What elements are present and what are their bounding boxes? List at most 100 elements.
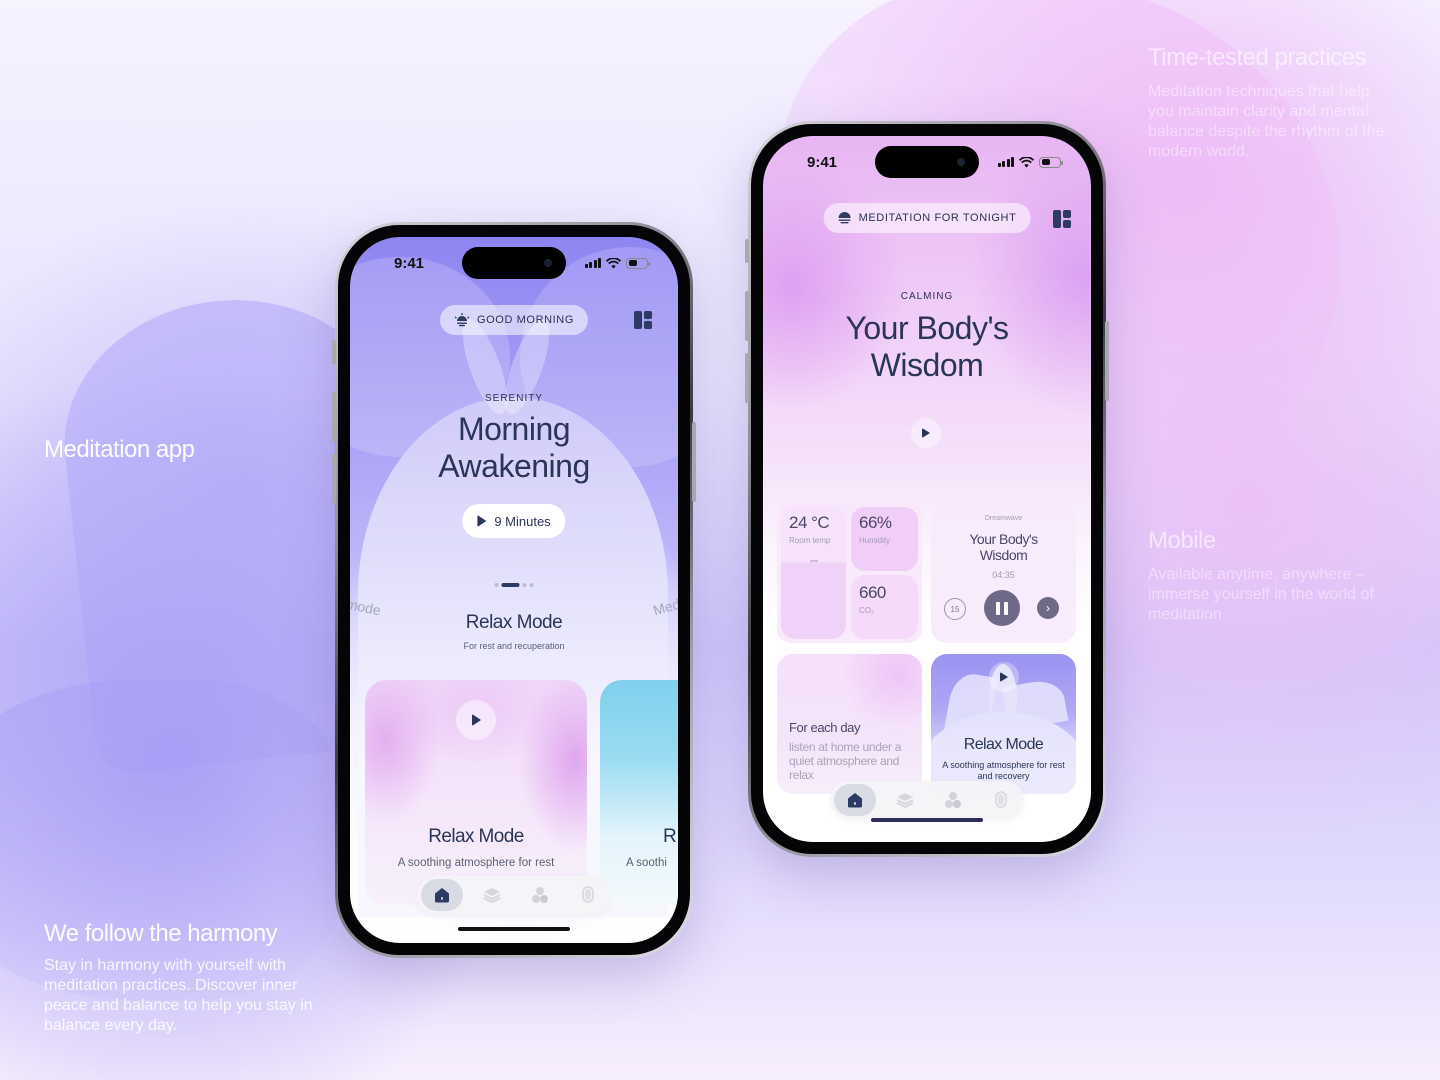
- grid-menu-icon[interactable]: [634, 311, 652, 329]
- screen-morning: 9:41 GOOD MORNING SERENITY Morning Awake…: [350, 237, 678, 943]
- card-play-button[interactable]: [989, 662, 1019, 692]
- tab-home[interactable]: [834, 784, 876, 816]
- temperature-slider-handle[interactable]: [810, 560, 818, 562]
- dynamic-island: [875, 146, 979, 178]
- co2-tile[interactable]: 660 CO₂: [851, 575, 918, 639]
- action-button: [745, 239, 749, 263]
- play-duration-button[interactable]: 9 Minutes: [462, 504, 566, 538]
- card-subtitle: A soothing atmosphere for rest: [397, 857, 555, 869]
- session-title-line1: Morning: [457, 411, 571, 447]
- relax-card-subtitle: A soothing atmosphere for rest and recov…: [942, 760, 1065, 781]
- co2-value: 660: [859, 583, 886, 602]
- mobile-title: Mobile: [1148, 527, 1216, 554]
- greeting-chip[interactable]: GOOD MORNING: [439, 305, 589, 335]
- now-playing-card: Dreamwave Your Body's Wisdom 04:35 15 ›: [931, 503, 1076, 643]
- volume-down-button: [745, 353, 749, 403]
- rewind-15-button[interactable]: 15: [944, 598, 966, 620]
- power-button: [692, 422, 696, 502]
- tab-community[interactable]: [521, 879, 559, 911]
- meditation-app-title: Meditation app: [44, 436, 195, 463]
- harmony-section: We follow the harmony Stay in harmony wi…: [44, 920, 314, 1036]
- session-title-line2: Wisdom: [870, 347, 984, 383]
- carousel-dot[interactable]: [529, 583, 534, 587]
- tab-community[interactable]: [934, 784, 972, 816]
- tonight-label: MEDITATION FOR TONIGHT: [858, 212, 1017, 224]
- bottom-tab-bar: [830, 781, 1024, 819]
- session-category: CALMING: [900, 291, 954, 302]
- home-icon: [847, 792, 863, 808]
- humidity-tile[interactable]: 66% Humidity: [851, 507, 918, 571]
- power-button: [1105, 321, 1109, 401]
- next-mode-card[interactable]: R A soothi: [600, 680, 678, 905]
- microphone-icon: [993, 791, 1009, 809]
- carousel-dot-active[interactable]: [501, 583, 520, 587]
- temperature-tile[interactable]: 24 °C Room temp: [781, 507, 846, 639]
- player-title-line2: Wisdom: [979, 547, 1028, 563]
- pause-icon-bar: [1004, 601, 1008, 615]
- status-icons: [997, 156, 1063, 168]
- carousel-dot[interactable]: [522, 583, 527, 587]
- card-play-button[interactable]: [456, 700, 496, 740]
- volume-up-button: [332, 392, 336, 442]
- card-title: R: [663, 826, 677, 847]
- day-card-title: For each day: [789, 720, 861, 735]
- play-icon: [1000, 672, 1008, 682]
- tonight-chip[interactable]: MEDITATION FOR TONIGHT: [823, 203, 1031, 233]
- session-title: Your Body's Wisdom: [763, 310, 1091, 384]
- time-tested-body: Meditation techniques that help you main…: [1148, 83, 1385, 160]
- status-time: 9:41: [807, 153, 838, 171]
- time-tested-title: Time-tested practices: [1148, 44, 1367, 71]
- action-button: [332, 340, 336, 364]
- community-icon: [944, 791, 962, 809]
- play-icon: [477, 515, 487, 527]
- grid-menu-icon[interactable]: [1053, 210, 1071, 228]
- tab-library[interactable]: [886, 784, 924, 816]
- status-time: 9:41: [394, 254, 425, 272]
- player-title: Your Body's Wisdom: [931, 531, 1076, 563]
- player-brand: Dreamwave: [984, 515, 1023, 522]
- player-time: 04:35: [992, 570, 1015, 580]
- humidity-label: Humidity: [859, 536, 891, 545]
- session-title-line1: Your Body's: [845, 310, 1009, 346]
- harmony-body: Stay in harmony with yourself with medit…: [44, 957, 313, 1034]
- pause-button[interactable]: [984, 590, 1020, 626]
- phone-mockup-morning: 9:41 GOOD MORNING SERENITY Morning Awake…: [332, 222, 696, 958]
- mode-subtitle: For rest and recuperation: [463, 641, 565, 651]
- next-button[interactable]: ›: [1037, 597, 1059, 619]
- relax-mode-card[interactable]: Relax Mode A soothing atmosphere for res…: [365, 680, 587, 905]
- for-each-day-card[interactable]: For each day listen at home under a quie…: [777, 654, 922, 794]
- tab-voice[interactable]: [569, 879, 607, 911]
- co2-label: CO₂: [859, 606, 875, 615]
- pause-icon-bar: [996, 601, 1000, 615]
- play-icon: [922, 428, 930, 438]
- relax-mode-card[interactable]: Relax Mode A soothing atmosphere for res…: [931, 654, 1076, 794]
- chevron-right-icon: ›: [1046, 601, 1050, 615]
- card-subtitle: A soothi: [626, 857, 667, 869]
- carousel-dot[interactable]: [494, 583, 499, 587]
- layers-icon: [896, 792, 914, 808]
- moon-sunset-icon: [838, 211, 852, 225]
- volume-down-button: [332, 454, 336, 504]
- time-tested-section: Time-tested practices Meditation techniq…: [1148, 44, 1398, 162]
- volume-up-button: [745, 291, 749, 341]
- tab-home[interactable]: [421, 879, 463, 911]
- home-indicator[interactable]: [458, 927, 570, 931]
- bottom-tab-bar: [417, 876, 611, 914]
- tab-library[interactable]: [473, 879, 511, 911]
- relax-card-title: Relax Mode: [963, 736, 1044, 753]
- battery-icon: [1039, 156, 1063, 168]
- card-title: Relax Mode: [428, 826, 524, 847]
- session-title-line2: Awakening: [438, 448, 590, 484]
- rewind-15-icon: 15: [950, 604, 960, 614]
- home-indicator[interactable]: [871, 818, 983, 822]
- meditation-app-heading: Meditation app: [44, 436, 195, 464]
- sunrise-icon: [454, 313, 470, 327]
- humidity-value: 66%: [859, 513, 892, 532]
- carousel-indicator: [494, 583, 534, 587]
- community-icon: [531, 886, 549, 904]
- tab-voice[interactable]: [982, 784, 1020, 816]
- play-button[interactable]: [911, 418, 941, 448]
- mode-title: Relax Mode: [465, 612, 563, 633]
- wifi-icon: [606, 257, 621, 269]
- microphone-icon: [580, 886, 596, 904]
